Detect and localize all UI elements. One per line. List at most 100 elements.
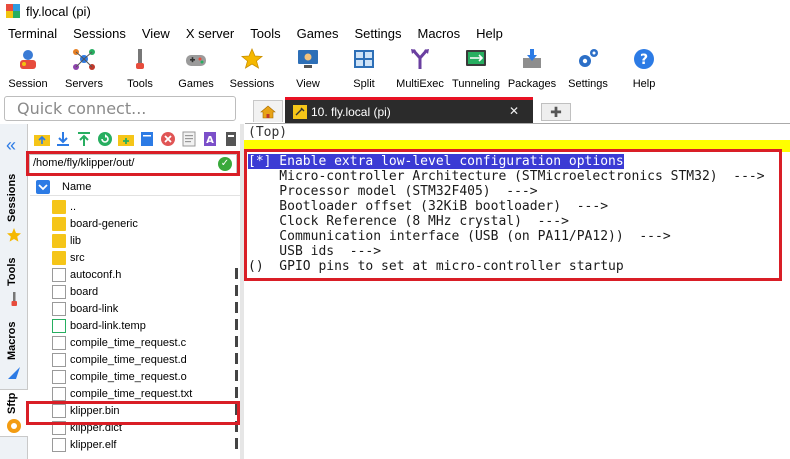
packages-icon: [519, 46, 545, 72]
sftp-path-text: /home/fly/klipper/out/: [33, 157, 135, 169]
app-logo-icon: [6, 4, 20, 18]
collapse-sidebar-icon[interactable]: «: [6, 136, 16, 154]
terminal-option[interactable]: Communication interface (USB (on PA11/PA…: [248, 229, 670, 244]
folder-icon: [52, 233, 66, 248]
sftp-icon: [6, 418, 22, 434]
toolbar-sessions-button[interactable]: Sessions: [224, 43, 280, 93]
menu-terminal[interactable]: Terminal: [0, 26, 65, 41]
tools-icon: [6, 291, 22, 307]
sftp-path-input[interactable]: /home/fly/klipper/out/ ✓: [29, 154, 237, 174]
gear-icon: [575, 46, 601, 72]
terminal-option[interactable]: Micro-controller Architecture (STMicroel…: [248, 169, 764, 184]
list-item[interactable]: src: [30, 249, 240, 266]
list-item[interactable]: compile_time_request.d: [30, 351, 240, 368]
menu-view[interactable]: View: [134, 26, 178, 41]
column-header-name[interactable]: Name: [62, 181, 91, 193]
parent-folder-icon[interactable]: [32, 130, 51, 149]
column-options-icon[interactable]: [36, 180, 50, 194]
upload-icon[interactable]: [74, 130, 93, 149]
new-folder-icon[interactable]: [116, 130, 135, 149]
file-icon: [52, 284, 66, 299]
multiexec-icon: [407, 46, 433, 72]
terminal-option[interactable]: Bootloader offset (32KiB bootloader) ---…: [248, 199, 608, 214]
list-item[interactable]: board-link: [30, 300, 240, 317]
list-item[interactable]: compile_time_request.o: [30, 368, 240, 385]
toolbar-servers-button[interactable]: Servers: [56, 43, 112, 93]
toolbar-help-button[interactable]: ? Help: [616, 43, 672, 93]
home-tab[interactable]: [253, 100, 283, 122]
tab-session-label: 10. fly.local (pi): [311, 104, 391, 119]
terminal-option[interactable]: Processor model (STM32F405) --->: [248, 184, 537, 199]
list-item[interactable]: compile_time_request.c: [30, 334, 240, 351]
side-tab-tools[interactable]: Tools: [6, 257, 18, 286]
menu-games[interactable]: Games: [289, 26, 347, 41]
tab-session-active[interactable]: 10. fly.local (pi) ✕: [285, 97, 533, 123]
toolbar-view-button[interactable]: View: [280, 43, 336, 93]
folder-icon: [52, 250, 66, 265]
toolbar-tools-button[interactable]: Tools: [112, 43, 168, 93]
refresh-icon[interactable]: [95, 130, 114, 149]
toolbar-packages-button[interactable]: Packages: [504, 43, 560, 93]
list-item[interactable]: klipper.elf: [30, 436, 240, 453]
svg-text:A: A: [206, 135, 214, 146]
list-item[interactable]: klipper.bin: [30, 402, 240, 419]
star-icon: [6, 227, 22, 243]
terminal-option[interactable]: USB ids --->: [248, 244, 381, 259]
quick-connect-input[interactable]: Quick connect...: [4, 96, 236, 121]
menu-settings[interactable]: Settings: [347, 26, 410, 41]
list-item[interactable]: board-link.temp: [30, 317, 240, 334]
tab-close-icon[interactable]: ✕: [509, 104, 519, 118]
file-icon: [52, 301, 66, 316]
toolbar-tunneling-button[interactable]: Tunneling: [448, 43, 504, 93]
list-item[interactable]: lib: [30, 232, 240, 249]
sftp-file-list: .. board-generic lib src autoconf.h boar…: [30, 198, 240, 459]
macros-icon: [6, 365, 22, 381]
games-icon: [183, 46, 209, 72]
toolbar-multiexec-button[interactable]: MultiExec: [392, 43, 448, 93]
menu-tools[interactable]: Tools: [242, 26, 288, 41]
file-icon: [52, 318, 66, 333]
file-icon: [52, 437, 66, 452]
svg-text:?: ?: [640, 52, 648, 68]
side-tab-sessions[interactable]: Sessions: [6, 174, 18, 222]
terminal-selected-option[interactable]: [*] Enable extra low-level configuration…: [248, 154, 624, 169]
list-item[interactable]: board-generic: [30, 215, 240, 232]
help-icon: ?: [631, 46, 657, 72]
list-item[interactable]: klipper.dict: [30, 419, 240, 436]
terminal-panel[interactable]: (Top) [*] Enable extra low-level configu…: [244, 124, 790, 459]
terminal-top-indicator: (Top): [248, 125, 288, 140]
terminal-follow-icon[interactable]: [221, 130, 240, 149]
plus-icon: ✚: [550, 103, 562, 120]
menu-sessions[interactable]: Sessions: [65, 26, 134, 41]
view-icon: [295, 46, 321, 72]
tools-icon: [127, 46, 153, 72]
new-file-icon[interactable]: [137, 130, 156, 149]
file-properties-icon[interactable]: [179, 130, 198, 149]
menu-macros[interactable]: Macros: [409, 26, 468, 41]
text-editor-icon[interactable]: A: [200, 130, 219, 149]
list-item[interactable]: compile_time_request.txt: [30, 385, 240, 402]
menu-x-server[interactable]: X server: [178, 26, 242, 41]
list-item[interactable]: board: [30, 283, 240, 300]
download-icon[interactable]: [53, 130, 72, 149]
toolbar-session-button[interactable]: Session: [0, 43, 56, 93]
servers-icon: [71, 46, 97, 72]
title-bar: fly.local (pi): [0, 0, 790, 22]
toolbar-games-button[interactable]: Games: [168, 43, 224, 93]
session-icon: [15, 46, 41, 72]
main-toolbar: Session Servers Tools Games Sessions Vie…: [0, 43, 790, 93]
toolbar-split-button[interactable]: Split: [336, 43, 392, 93]
list-item[interactable]: ..: [30, 198, 240, 215]
terminal-option[interactable]: Clock Reference (8 MHz crystal) --->: [248, 214, 569, 229]
new-tab-button[interactable]: ✚: [541, 103, 571, 121]
terminal-option[interactable]: () GPIO pins to set at micro-controller …: [248, 259, 624, 274]
side-tab-macros[interactable]: Macros: [6, 321, 18, 360]
menu-help[interactable]: Help: [468, 26, 511, 41]
side-tab-sftp[interactable]: Sftp: [6, 393, 18, 414]
home-icon: [260, 105, 276, 118]
list-item[interactable]: autoconf.h: [30, 266, 240, 283]
toolbar-settings-button[interactable]: Settings: [560, 43, 616, 93]
file-icon: [52, 369, 66, 384]
terminal-key-icon: [293, 104, 307, 119]
delete-icon[interactable]: [158, 130, 177, 149]
